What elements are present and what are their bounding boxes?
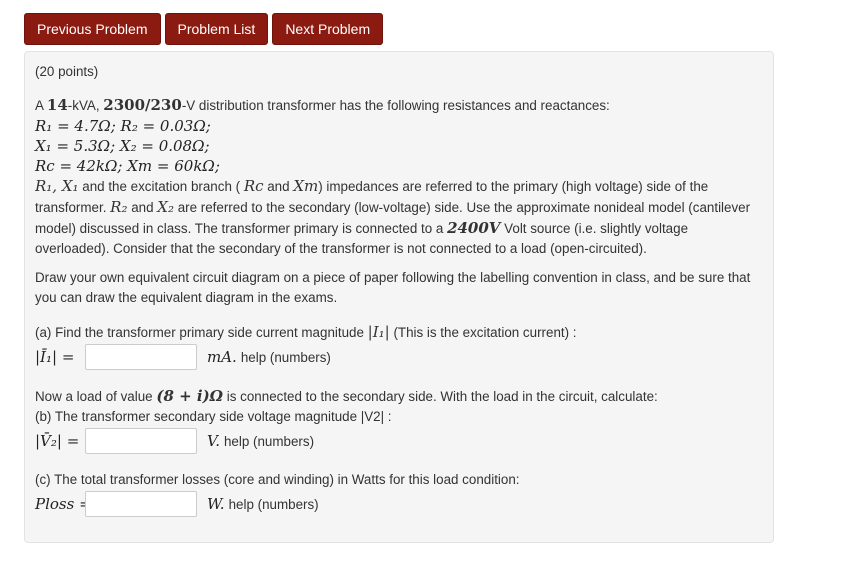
diagram-instruction: Draw your own equivalent circuit diagram… <box>35 268 760 308</box>
part-a-math: |I₁| <box>367 323 390 341</box>
previous-problem-button[interactable]: Previous Problem <box>24 13 161 45</box>
part-b-question: (b) The transformer secondary side volta… <box>35 409 392 424</box>
math-source-voltage: 2400V <box>447 219 501 237</box>
param-line-3: Rc = 42kΩ; Xm = 60kΩ; <box>35 157 220 175</box>
part-a-help-link[interactable]: help (numbers) <box>241 350 331 365</box>
load-math: (8 + i)Ω <box>156 387 224 405</box>
math-rc: Rc <box>243 177 264 195</box>
part-b-unit: V. <box>207 432 220 450</box>
part-a-text-b: (This is the excitation current) : <box>389 325 577 340</box>
intro-b: -kVA, <box>67 98 104 113</box>
part-c-help-link[interactable]: help (numbers) <box>229 497 319 512</box>
part-c-question: (c) The total transformer losses (core a… <box>35 472 520 487</box>
math-xm: Xm <box>293 177 319 195</box>
load-text-a: Now a load of value <box>35 389 157 404</box>
next-problem-button[interactable]: Next Problem <box>272 13 384 45</box>
part-c-label: Ploss = <box>35 495 92 513</box>
load-statement: Now a load of value (8 + i)Ω is connecte… <box>35 386 760 407</box>
param-line-2: X₁ = 5.3Ω; X₂ = 0.08Ω; <box>35 137 210 155</box>
para1-d: and <box>127 200 158 215</box>
intro-a: A <box>35 98 47 113</box>
part-c-unit: W. <box>207 495 225 513</box>
part-b: Now a load of value (8 + i)Ω is connecte… <box>35 386 760 455</box>
math-x2: X₂ <box>157 198 174 216</box>
voltage-ratio: 2300/230 <box>103 96 182 114</box>
math-r1x1: R₁, X₁ <box>35 177 79 195</box>
part-c: (c) The total transformer losses (core a… <box>35 470 760 518</box>
part-a: (a) Find the transformer primary side cu… <box>35 322 760 371</box>
part-b-label: |V̄₂| = <box>35 432 80 450</box>
part-b-answer-row: |V̄₂| = V. help (numbers) <box>35 427 760 455</box>
part-a-question: (a) Find the transformer primary side cu… <box>35 322 760 343</box>
part-a-input[interactable] <box>85 344 197 370</box>
math-r2: R₂ <box>110 198 128 216</box>
model-description: R₁, X₁ and the excitation branch ( Rc an… <box>35 176 755 259</box>
part-b-input[interactable] <box>85 428 197 454</box>
param-line-1: R₁ = 4.7Ω; R₂ = 0.03Ω; <box>35 117 211 135</box>
problem-nav: Previous Problem Problem List Next Probl… <box>24 13 384 45</box>
intro-text: A 14-kVA, 2300/230-V distribution transf… <box>35 95 755 116</box>
load-text-b: is connected to the secondary side. With… <box>223 389 658 404</box>
part-c-answer-row: Ploss = W. help (numbers) <box>35 490 760 518</box>
kva-value: 14 <box>46 96 68 114</box>
part-b-help-link[interactable]: help (numbers) <box>224 434 314 449</box>
para1-a: and the excitation branch ( <box>78 179 244 194</box>
para1-b: and <box>263 179 294 194</box>
points-label: (20 points) <box>35 64 99 79</box>
problem-panel: (20 points) A 14-kVA, 2300/230-V distrib… <box>24 51 774 543</box>
part-a-unit: mA. <box>207 348 237 366</box>
part-a-label: |Ī₁| = <box>35 348 75 366</box>
diagram-text: Draw your own equivalent circuit diagram… <box>35 270 751 305</box>
part-a-text-a: (a) Find the transformer primary side cu… <box>35 325 368 340</box>
problem-list-button[interactable]: Problem List <box>164 13 269 45</box>
part-c-input[interactable] <box>85 491 197 517</box>
part-a-answer-row: |Ī₁| = mA. help (numbers) <box>35 343 760 371</box>
intro-c: -V distribution transformer has the foll… <box>181 98 610 113</box>
problem-intro: A 14-kVA, 2300/230-V distribution transf… <box>35 95 755 259</box>
